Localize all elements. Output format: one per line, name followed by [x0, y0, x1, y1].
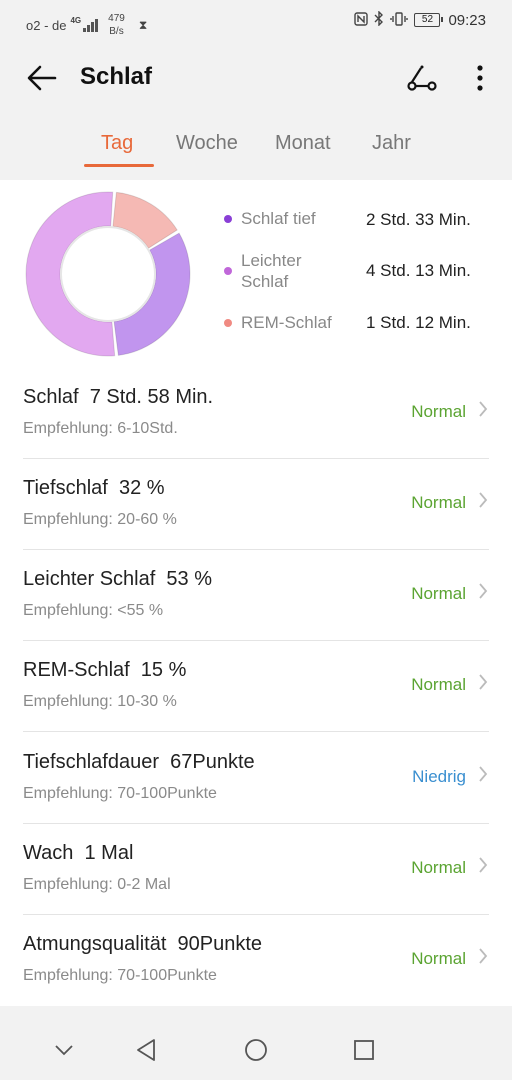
chevron-right-icon	[479, 674, 488, 690]
signal-icon	[83, 18, 99, 32]
chevron-right-icon	[479, 857, 488, 873]
network-speed-value: 479	[108, 13, 125, 24]
metric-recommendation: Empfehlung: 70-100Punkte	[23, 967, 217, 984]
back-button[interactable]	[22, 58, 62, 98]
metric-recommendation: Empfehlung: 70-100Punkte	[23, 785, 217, 802]
legend-value-light: 4 Std. 13 Min.	[366, 261, 471, 280]
metric-recommendation: Empfehlung: 6-10Std.	[23, 420, 178, 437]
metric-recommendation: Empfehlung: 10-30 %	[23, 693, 177, 710]
nav-hide-button[interactable]	[44, 1030, 84, 1070]
metric-recommendation: Empfehlung: 0-2 Mal	[23, 876, 171, 893]
legend-value-rem: 1 Std. 12 Min.	[366, 313, 471, 332]
metric-recommendation: Empfehlung: 20-60 %	[23, 511, 177, 528]
legend-label-rem: REM-Schlaf	[241, 313, 332, 332]
metric-row-rem-sleep[interactable]: REM-Schlaf 15 % Empfehlung: 10-30 % Norm…	[0, 641, 512, 732]
tab-month[interactable]: Monat	[275, 132, 331, 155]
metric-row-breathing-quality[interactable]: Atmungsqualität 90Punkte Empfehlung: 70-…	[0, 915, 512, 1006]
legend-value-deep: 2 Std. 33 Min.	[366, 210, 471, 229]
nav-home-button[interactable]	[236, 1030, 276, 1070]
legend-item-rem-sleep: REM-Schlaf	[224, 312, 332, 333]
metric-status: Normal	[411, 949, 466, 968]
metric-status: Niedrig	[412, 767, 466, 786]
back-triangle-icon	[137, 1039, 155, 1061]
metric-row-awake[interactable]: Wach 1 Mal Empfehlung: 0-2 Mal Normal	[0, 824, 512, 915]
metric-row-deep-sleep[interactable]: Tiefschlaf 32 % Empfehlung: 20-60 % Norm…	[0, 459, 512, 550]
app-bar: Schlaf	[0, 44, 512, 112]
arrow-left-icon	[27, 65, 57, 91]
chevron-right-icon	[479, 948, 488, 964]
network-speed-unit: B/s	[109, 26, 124, 37]
metric-recommendation: Empfehlung: <55 %	[23, 602, 164, 619]
network-speed: 479 B/s	[108, 12, 125, 38]
recents-square-icon	[354, 1040, 374, 1060]
metric-status: Normal	[411, 858, 466, 877]
status-bar-left: o2 - de 4G 479 B/s ⧗	[26, 12, 147, 38]
metric-row-sleep[interactable]: Schlaf 7 Std. 58 Min. Empfehlung: 6-10St…	[0, 368, 512, 459]
home-circle-icon	[245, 1039, 267, 1061]
nav-recents-button[interactable]	[344, 1030, 384, 1070]
legend-dot-light	[224, 267, 232, 275]
active-tab-indicator	[84, 164, 154, 167]
metric-title: Schlaf 7 Std. 58 Min.	[23, 386, 214, 408]
status-bar: o2 - de 4G 479 B/s ⧗ 52 09:23	[0, 0, 512, 44]
metric-title: Wach 1 Mal	[23, 842, 134, 864]
legend-label-light: Leichter Schlaf	[241, 251, 302, 291]
vibrate-icon	[390, 11, 409, 29]
system-nav-bar	[0, 1018, 512, 1080]
chevron-down-icon	[55, 1045, 73, 1056]
legend-dot-rem	[224, 318, 232, 327]
carrier-name: o2 - de	[26, 17, 67, 33]
network-type: 4G	[70, 15, 82, 25]
metric-status: Normal	[411, 675, 466, 694]
legend-item-light-sleep: Leichter Schlaf	[224, 250, 334, 292]
route-icon	[407, 65, 437, 91]
hourglass-icon: ⧗	[138, 17, 148, 32]
metric-status: Normal	[411, 493, 466, 512]
nav-back-button[interactable]	[126, 1030, 166, 1070]
chevron-right-icon	[479, 766, 488, 782]
metric-status: Normal	[411, 402, 466, 421]
clock: 09:23	[448, 11, 486, 29]
period-tabs: Tag Woche Monat Jahr	[0, 112, 512, 180]
battery-icon: 52	[414, 13, 444, 27]
metric-title: Atmungsqualität 90Punkte	[23, 933, 263, 955]
chevron-right-icon	[479, 401, 488, 417]
chevron-right-icon	[479, 492, 488, 508]
chevron-right-icon	[479, 583, 488, 599]
route-button[interactable]	[402, 58, 442, 98]
tab-day[interactable]: Tag	[101, 132, 133, 155]
nfc-icon	[354, 11, 369, 29]
sleep-card: Schlaf tief 2 Std. 33 Min. Leichter Schl…	[0, 180, 512, 1006]
metric-title: Tiefschlaf 32 %	[23, 477, 165, 499]
legend-label-deep: Schlaf tief	[241, 209, 316, 228]
metric-row-light-sleep[interactable]: Leichter Schlaf 53 % Empfehlung: <55 % N…	[0, 550, 512, 641]
metric-title: REM-Schlaf 15 %	[23, 659, 187, 681]
sleep-donut-chart	[25, 191, 191, 357]
tab-week[interactable]: Woche	[176, 132, 238, 155]
more-vertical-icon	[477, 65, 483, 91]
donut-hole	[60, 226, 156, 322]
metric-title: Tiefschlafdauer 67Punkte	[23, 751, 255, 773]
metric-status: Normal	[411, 584, 466, 603]
page-title: Schlaf	[80, 63, 153, 90]
legend-item-deep-sleep: Schlaf tief	[224, 208, 316, 229]
divider	[23, 731, 489, 732]
more-button[interactable]	[462, 58, 498, 98]
legend-dot-deep	[224, 214, 232, 223]
bluetooth-icon	[374, 10, 384, 29]
tab-year[interactable]: Jahr	[372, 132, 411, 155]
metric-title: Leichter Schlaf 53 %	[23, 568, 212, 590]
status-bar-right: 52 09:23	[354, 10, 486, 29]
metric-row-deep-sleep-duration[interactable]: Tiefschlafdauer 67Punkte Empfehlung: 70-…	[0, 733, 512, 824]
